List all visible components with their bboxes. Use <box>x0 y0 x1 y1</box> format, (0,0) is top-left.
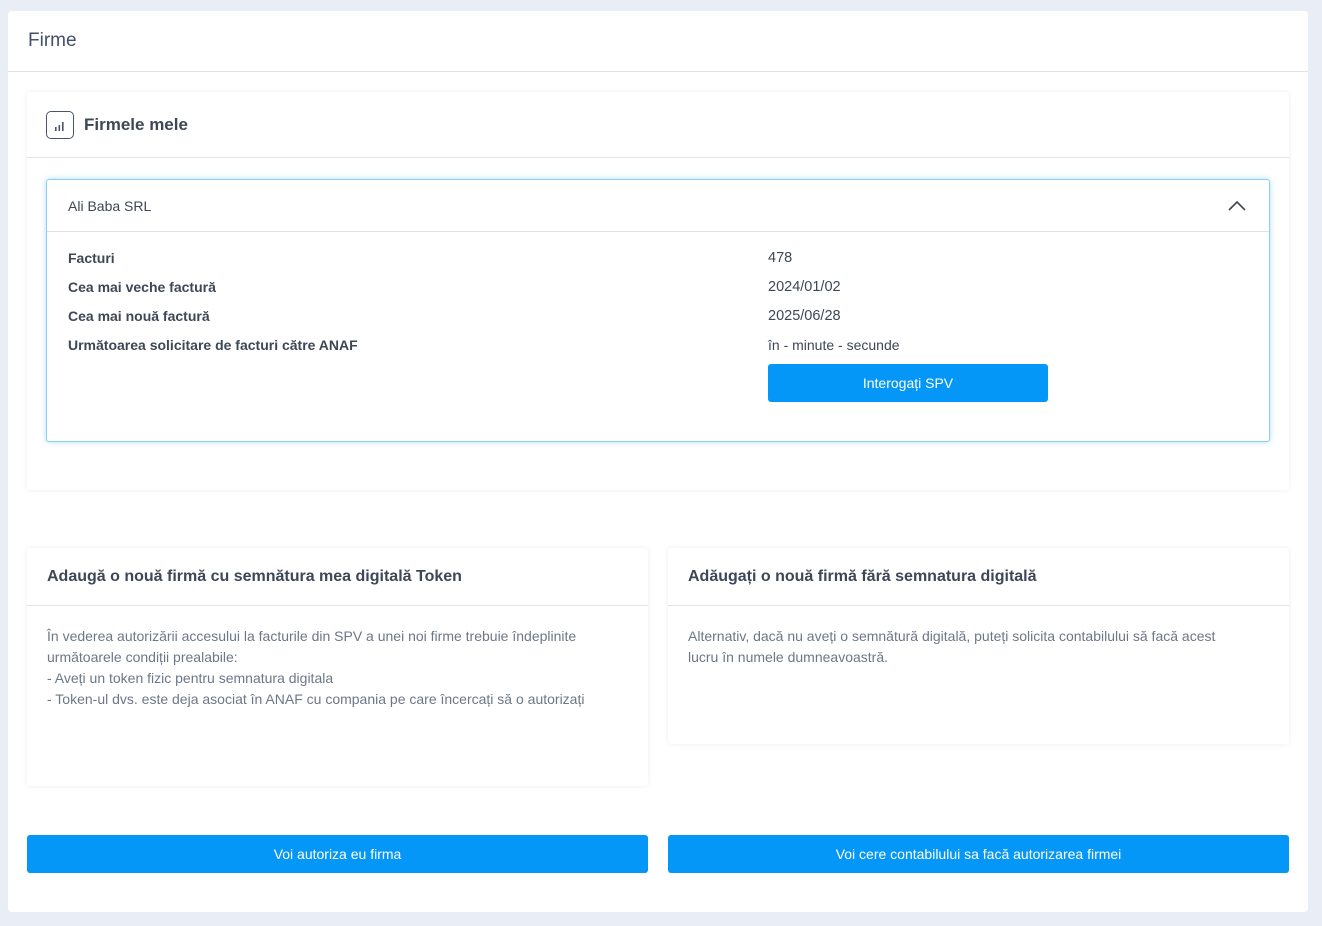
add-firm-token-title: Adaugă o nouă firmă cu semnătura mea dig… <box>47 567 462 585</box>
detail-label: Cea mai veche factură <box>68 279 216 295</box>
my-firms-header: Firmele mele <box>27 92 1289 158</box>
detail-value: 2024/01/02 <box>768 279 841 295</box>
detail-row-newest-invoice: Cea mai nouă factură 2025/06/28 <box>68 308 1248 328</box>
add-firm-no-signature-header: Adăugați o nouă firmă fără semnatura dig… <box>668 548 1289 606</box>
add-firm-no-signature-card: Adăugați o nouă firmă fără semnatura dig… <box>668 548 1289 744</box>
description-line: lucru în numele dumneavoastră. <box>688 649 888 665</box>
detail-label: Facturi <box>68 250 115 266</box>
detail-row-oldest-invoice: Cea mai veche factură 2024/01/02 <box>68 279 1248 299</box>
add-firm-token-card: Adaugă o nouă firmă cu semnătura mea dig… <box>27 548 648 786</box>
chevron-up-icon[interactable] <box>1225 194 1249 218</box>
company-panel-header[interactable]: Ali Baba SRL <box>47 180 1269 232</box>
my-firms-title: Firmele mele <box>84 114 188 134</box>
description-line: următoarele condiții prealabile: <box>47 649 238 665</box>
add-firm-no-signature-description: Alternativ, dacă nu aveți o semnătură di… <box>668 606 1289 668</box>
description-line: - Aveți un token fizic pentru semnatura … <box>47 670 334 686</box>
detail-label: Următoarea solicitare de facturi către A… <box>68 337 358 353</box>
company-panel: Ali Baba SRL Facturi 478 Cea mai veche f… <box>46 179 1270 442</box>
add-firm-token-header: Adaugă o nouă firmă cu semnătura mea dig… <box>27 548 648 606</box>
authorize-self-button[interactable]: Voi autoriza eu firma <box>27 835 648 873</box>
add-firm-no-signature-title: Adăugați o nouă firmă fără semnatura dig… <box>688 567 1037 585</box>
detail-label: Cea mai nouă factură <box>68 308 210 324</box>
detail-value: 2025/06/28 <box>768 308 841 324</box>
detail-value: 478 <box>768 250 793 266</box>
description-line: Alternativ, dacă nu aveți o semnătură di… <box>688 628 1216 644</box>
detail-value: în - minute - secunde <box>768 337 900 353</box>
add-firm-token-description: În vederea autorizării accesului la fact… <box>27 606 648 710</box>
description-line: - Token-ul dvs. este deja asociat în ANA… <box>47 691 585 707</box>
bar-chart-icon <box>46 110 74 139</box>
my-firms-card: Firmele mele Ali Baba SRL Facturi 478 Ce… <box>27 92 1289 490</box>
page-title: Firme <box>28 30 77 51</box>
detail-row-next-request: Următoarea solicitare de facturi către A… <box>68 337 1248 357</box>
query-spv-button[interactable]: Interogați SPV <box>768 364 1048 402</box>
detail-row-invoices: Facturi 478 <box>68 250 1248 270</box>
firms-page-card: Firme Firmele mele Ali Baba SRL Facturi … <box>8 11 1308 912</box>
description-line: În vederea autorizării accesului la fact… <box>47 628 577 644</box>
page-header: Firme <box>8 11 1308 72</box>
company-name: Ali Baba SRL <box>68 197 152 214</box>
ask-accountant-button[interactable]: Voi cere contabilului sa facă autorizare… <box>668 835 1289 873</box>
